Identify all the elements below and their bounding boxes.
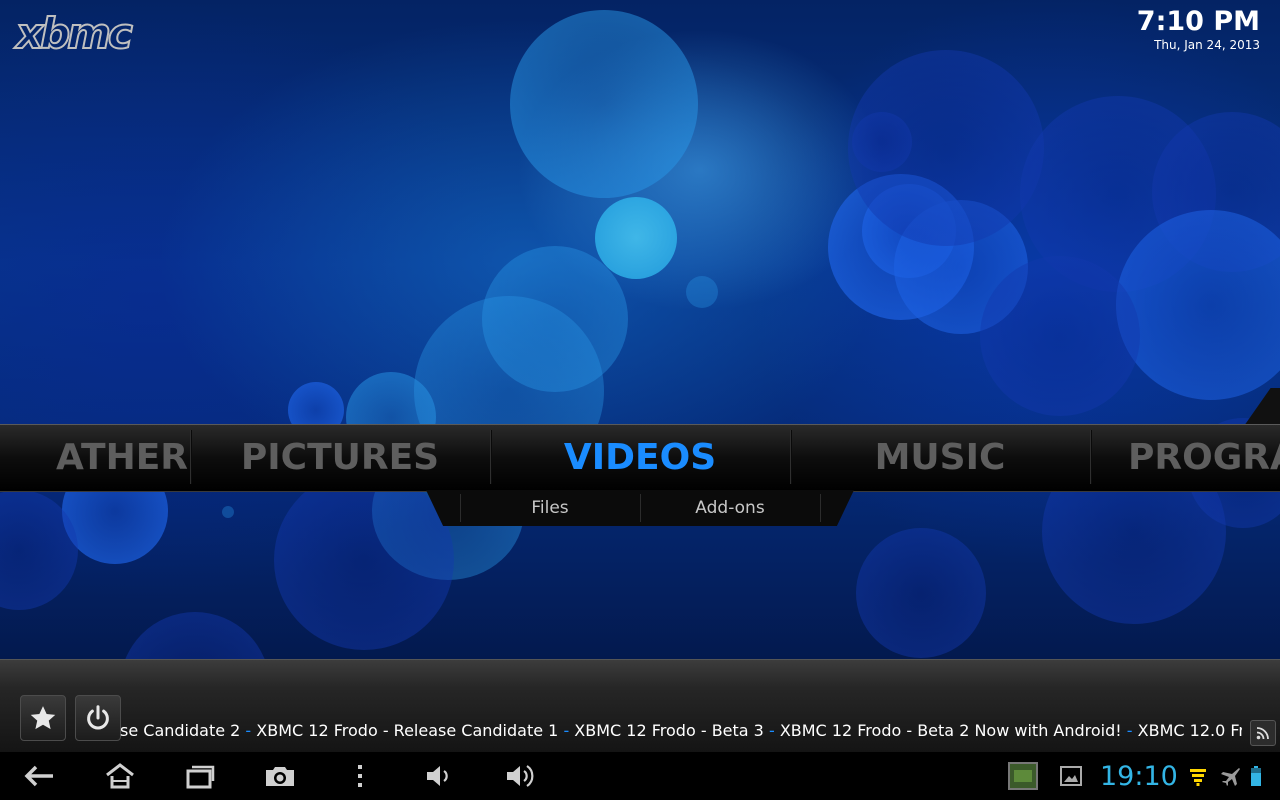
home-icon — [106, 763, 134, 789]
wifi-status — [1186, 764, 1210, 788]
battery-status — [1248, 764, 1264, 788]
screenshot-icon — [266, 767, 294, 786]
volume-up-icon — [507, 765, 534, 787]
submenu-add-ons[interactable]: Add-ons — [641, 492, 819, 524]
recent-apps-icon — [186, 765, 215, 789]
menu-item-label: PICTURES — [240, 436, 440, 478]
home-button[interactable] — [98, 758, 142, 794]
rss-icon — [1256, 727, 1269, 740]
battery-icon — [1251, 766, 1261, 786]
menu-item-music[interactable]: MUSIC — [790, 424, 1090, 490]
rss-item: XBMC 12.0 Frodo — [1137, 721, 1242, 740]
rss-separator: - — [563, 721, 575, 740]
rss-item: XBMC 12 Frodo - Beta 3 — [574, 721, 764, 740]
submenu-separator — [820, 494, 821, 522]
star-icon — [30, 706, 56, 730]
bokeh-circle — [856, 528, 986, 658]
volume-up-button[interactable] — [498, 758, 542, 794]
rss-item: XBMC 12 Frodo - Beta 2 Now with Android! — [779, 721, 1122, 740]
rss-item: XBMC 12 Frodo - Release Candidate 1 — [256, 721, 559, 740]
clock-time: 7:10 PM — [1136, 6, 1260, 37]
background-wallpaper — [0, 0, 1280, 660]
bokeh-circle — [274, 470, 454, 650]
bokeh-circle — [222, 506, 234, 518]
menu-item-pictures[interactable]: PICTURES — [190, 424, 490, 490]
menu-item-label: VIDEOS — [563, 436, 717, 478]
airplane-status — [1218, 764, 1242, 788]
xbmc-home-screen: xbmc 7:10 PM Thu, Jan 24, 2013 ATHER PIC… — [0, 0, 1280, 800]
power-icon — [87, 705, 109, 730]
clock-date: Thu, Jan 24, 2013 — [1154, 38, 1260, 52]
menu-button[interactable] — [338, 758, 382, 794]
volume-down-icon — [427, 766, 448, 786]
back-button[interactable] — [18, 758, 62, 794]
menu-item-label: PROGRA — [1128, 436, 1280, 478]
gallery-icon — [1060, 766, 1082, 786]
rss-separator: - — [768, 721, 780, 740]
menu-item-weather[interactable]: ATHER — [0, 424, 190, 490]
menu-item-videos[interactable]: VIDEOS — [490, 424, 790, 490]
bokeh-circle — [510, 10, 698, 198]
menu-item-programs[interactable]: PROGRA — [1090, 424, 1280, 490]
back-icon — [24, 765, 53, 787]
menu-item-label: ATHER — [55, 436, 189, 478]
bokeh-circle — [686, 276, 718, 308]
gallery-notification[interactable] — [1058, 764, 1084, 788]
airplane-icon — [1221, 768, 1240, 786]
rss-button[interactable] — [1250, 720, 1276, 746]
rss-separator: - — [245, 721, 257, 740]
submenu-files[interactable]: Files — [461, 492, 639, 524]
bokeh-circle — [852, 112, 912, 172]
rss-ticker[interactable]: se Candidate 2 - XBMC 12 Frodo - Release… — [120, 718, 1242, 744]
rss-separator: - — [1126, 721, 1138, 740]
volume-down-button[interactable] — [416, 758, 460, 794]
system-clock[interactable]: 19:10 — [1100, 760, 1180, 794]
screenshot-button[interactable] — [258, 758, 302, 794]
recent-apps-button[interactable] — [178, 758, 222, 794]
rss-item: se Candidate 2 — [120, 721, 241, 740]
power-button[interactable] — [75, 695, 121, 741]
favourites-button[interactable] — [20, 695, 66, 741]
bokeh-circle — [120, 612, 270, 660]
thumbnail-content — [1014, 770, 1032, 782]
app-thumbnail-icon[interactable] — [1008, 762, 1038, 790]
bokeh-circle — [980, 256, 1140, 416]
wifi-icon — [1190, 769, 1206, 786]
xbmc-logo: xbmc — [15, 9, 134, 58]
menu-item-label: MUSIC — [874, 436, 1006, 478]
bokeh-circle — [595, 197, 677, 279]
menu-icon — [358, 765, 362, 787]
